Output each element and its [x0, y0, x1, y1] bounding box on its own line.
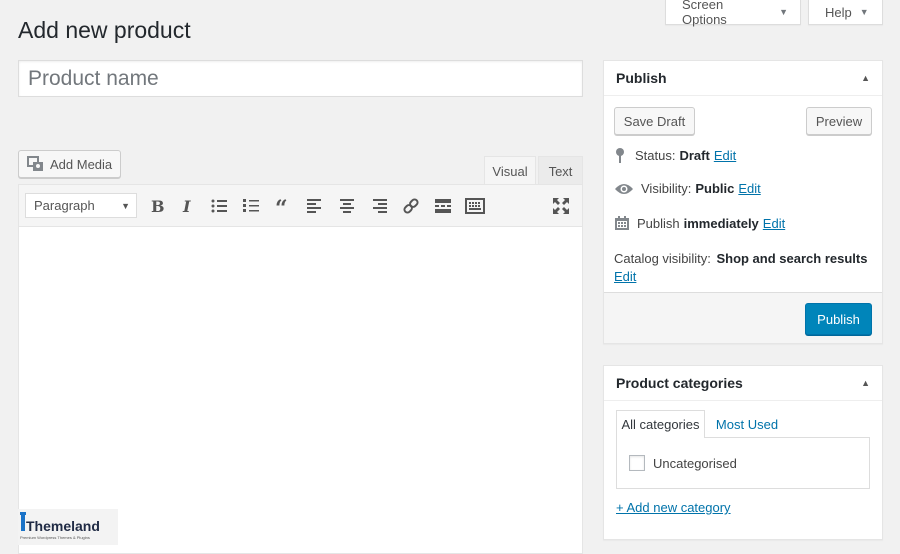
collapse-arrow-icon[interactable]: ▲ [861, 73, 870, 83]
add-media-button[interactable]: Add Media [18, 150, 121, 178]
format-select-value: Paragraph [34, 198, 95, 213]
category-list: Uncategorised [616, 437, 870, 489]
eye-icon [615, 183, 633, 194]
svg-text:B: B [151, 198, 164, 214]
caret-down-icon: ▼ [779, 7, 788, 17]
add-media-label: Add Media [50, 156, 113, 172]
fullscreen-icon[interactable] [549, 194, 573, 218]
help-label: Help [825, 4, 852, 20]
screen-options-button[interactable]: Screen Options ▼ [665, 0, 801, 27]
caret-down-icon: ▼ [121, 200, 130, 211]
tab-most-used[interactable]: Most Used [707, 410, 787, 438]
format-select[interactable]: Paragraph ▼ [25, 193, 137, 218]
visibility-value: Public [695, 181, 735, 196]
media-icon [27, 156, 43, 171]
category-label: Uncategorised [653, 455, 737, 471]
publish-box-header[interactable]: Publish ▲ [604, 61, 882, 96]
status-label: Status: [635, 147, 676, 163]
product-name-input[interactable] [18, 60, 583, 97]
publish-date-value: immediately [683, 215, 759, 231]
catalog-visibility-label: Catalog visibility: [614, 251, 711, 266]
calendar-icon [615, 216, 629, 230]
edit-publish-date-link[interactable]: Edit [763, 216, 785, 231]
edit-status-link[interactable]: Edit [714, 148, 736, 163]
link-icon[interactable] [399, 194, 423, 218]
ithemeland-logo: Themeland Premium Wordpress Themes & Plu… [18, 509, 118, 545]
product-categories-header[interactable]: Product categories ▲ [604, 366, 882, 401]
product-categories-title: Product categories [616, 375, 743, 391]
edit-visibility-link[interactable]: Edit [738, 181, 760, 196]
product-categories-box: Product categories ▲ All categories Most… [603, 365, 883, 540]
publish-date-label: Publish [637, 215, 680, 231]
editor-area[interactable]: Paragraph ▼ B I “ [18, 184, 583, 554]
align-center-icon[interactable] [335, 194, 359, 218]
tab-all-categories[interactable]: All categories [616, 410, 705, 438]
svg-text:I: I [182, 198, 191, 214]
italic-icon[interactable]: I [175, 194, 199, 218]
svg-text:Premium Wordpress Themes & Plu: Premium Wordpress Themes & Plugins [20, 535, 90, 540]
align-right-icon[interactable] [367, 194, 391, 218]
bold-icon[interactable]: B [144, 194, 168, 218]
publish-box-title: Publish [616, 70, 667, 86]
pin-icon [616, 148, 624, 163]
caret-down-icon: ▼ [859, 7, 869, 17]
svg-text:“: “ [275, 199, 288, 213]
align-left-icon[interactable] [303, 194, 327, 218]
status-row: Status: Draft Edit [614, 147, 736, 163]
read-more-icon[interactable] [431, 194, 455, 218]
editor-toolbar: Paragraph ▼ B I “ [19, 185, 582, 227]
preview-button[interactable]: Preview [806, 107, 872, 135]
save-draft-button[interactable]: Save Draft [614, 107, 695, 135]
blockquote-icon[interactable]: “ [271, 194, 295, 218]
bullet-list-icon[interactable] [207, 194, 231, 218]
tab-text[interactable]: Text [538, 156, 583, 185]
svg-text:Themeland: Themeland [26, 518, 100, 534]
tab-visual[interactable]: Visual [484, 156, 536, 185]
publish-actions: Publish [604, 292, 882, 343]
catalog-visibility-value: Shop and search results [716, 251, 868, 266]
publish-box: Publish ▲ Save Draft Preview Status: Dra… [603, 60, 883, 344]
category-item[interactable]: Uncategorised [629, 455, 737, 471]
status-value: Draft [679, 147, 710, 163]
screen-options-label: Screen Options [682, 0, 727, 27]
edit-catalog-visibility-link[interactable]: Edit [614, 269, 636, 284]
visibility-label: Visibility: [641, 181, 692, 196]
publish-date-row: Publish immediately Edit [614, 215, 785, 231]
collapse-arrow-icon[interactable]: ▲ [861, 378, 870, 388]
toolbar-toggle-icon[interactable] [463, 194, 487, 218]
category-checkbox[interactable] [629, 455, 645, 471]
catalog-visibility-row: Catalog visibility: Shop and search resu… [614, 250, 876, 286]
page-title: Add new product [18, 17, 191, 43]
help-button[interactable]: Help ▼ [808, 0, 883, 25]
publish-button[interactable]: Publish [805, 303, 872, 335]
visibility-row: Visibility: Public Edit [614, 181, 761, 196]
add-new-category-link[interactable]: + Add new category [616, 500, 731, 515]
numbered-list-icon[interactable] [239, 194, 263, 218]
